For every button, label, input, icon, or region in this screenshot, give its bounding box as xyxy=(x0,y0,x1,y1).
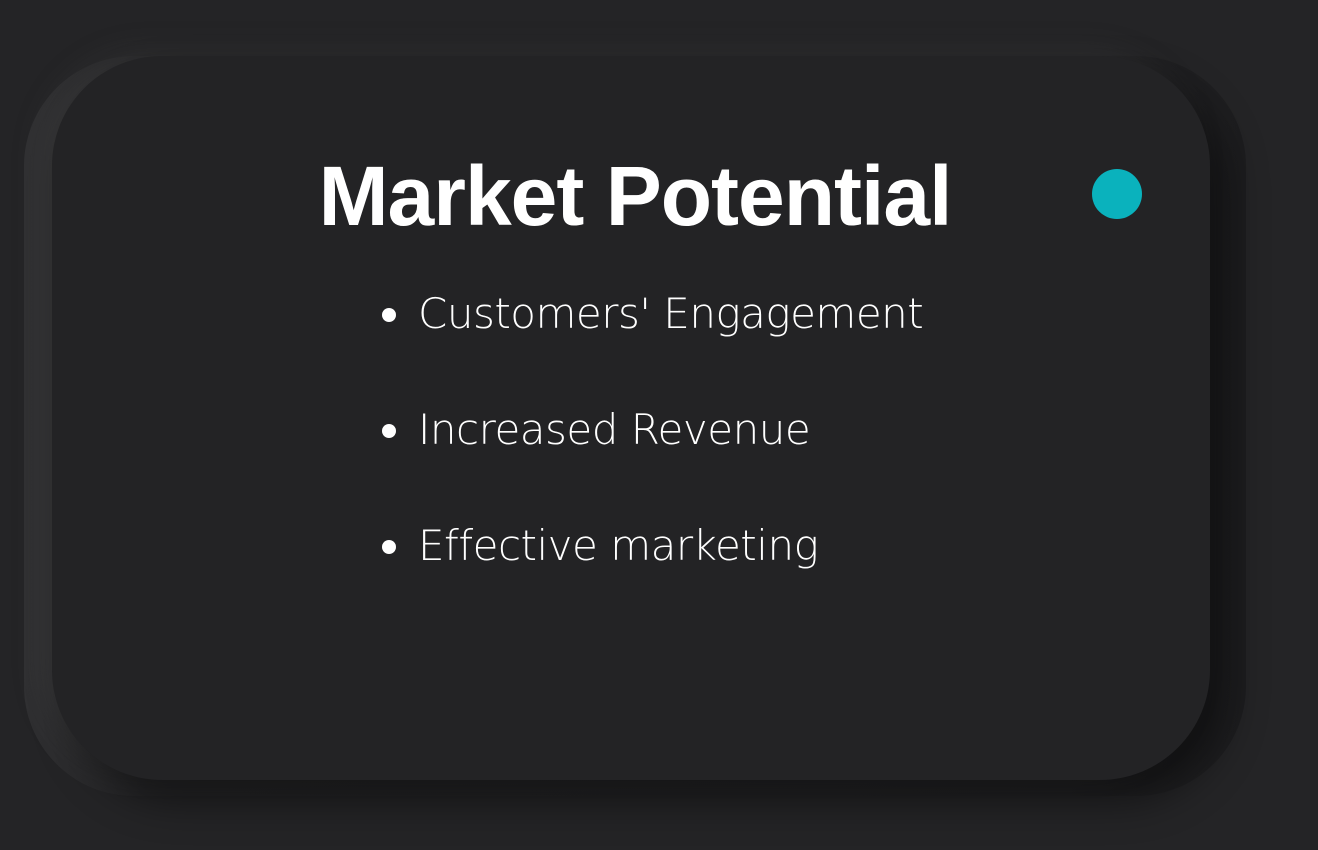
slide-title: Market Potential xyxy=(318,149,953,243)
bullet-text: Customers' Engagement xyxy=(418,289,924,338)
bullet-text: Effective marketing xyxy=(418,521,819,570)
bullet-text: Increased Revenue xyxy=(418,405,811,454)
list-item: Increased Revenue xyxy=(382,400,923,516)
slide-stage: Market Potential Customers' Engagement I… xyxy=(0,0,1318,850)
slide-card: Market Potential Customers' Engagement I… xyxy=(52,56,1210,780)
list-item: Customers' Engagement xyxy=(382,284,924,400)
bullet-icon xyxy=(382,424,396,438)
list-item: Effective marketing xyxy=(382,516,923,632)
accent-dot-icon xyxy=(1092,169,1142,219)
bullet-list: Customers' Engagement Increased Revenue … xyxy=(382,284,924,632)
bullet-icon xyxy=(382,308,396,322)
bullet-icon xyxy=(382,540,396,554)
